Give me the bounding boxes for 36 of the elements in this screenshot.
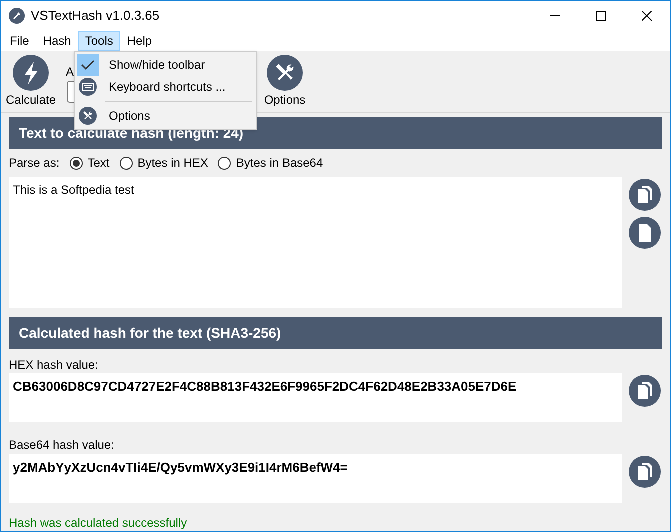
section-header: Calculated hash for the text (SHA3-256) — [9, 317, 662, 349]
base64-label: Base64 hash value: — [9, 438, 116, 452]
status-text: Hash was calculated successfully — [9, 515, 188, 531]
checkmark-icon — [81, 59, 95, 71]
options-button[interactable]: Options — [259, 54, 311, 108]
parse-label: Parse as: — [9, 155, 60, 172]
copy-button[interactable] — [629, 456, 661, 488]
maximize-icon — [596, 11, 606, 21]
menu-item[interactable]: Help — [120, 31, 160, 51]
hex-hash-field[interactable]: CB63006D8C97CD4727E2F4C88B813F432E6F9965F2DC4F62D48E2B33A05E7D6E — [9, 373, 622, 422]
copy-button[interactable] — [629, 179, 661, 211]
window-title: VSTextHash v1.0.3.65 — [31, 7, 160, 26]
menu-item[interactable]: Hash — [36, 31, 78, 51]
dropdown-item[interactable]: Show/hide toolbar — [75, 54, 256, 76]
tools-icon — [82, 110, 94, 122]
radio-option[interactable]: Bytes in HEX — [120, 154, 208, 172]
input-text-area[interactable]: This is a Softpedia test — [9, 177, 622, 308]
new-file-button[interactable] — [629, 217, 661, 249]
dropdown-item[interactable]: Keyboard shortcuts ... — [75, 76, 256, 98]
copy-button[interactable] — [629, 375, 661, 407]
file-icon — [637, 223, 653, 243]
menu-item[interactable]: File — [3, 31, 36, 51]
keyboard-icon — [79, 78, 97, 96]
app-logo-icon — [9, 8, 25, 24]
hex-label: HEX hash value: — [9, 357, 100, 372]
radio-option[interactable]: Text — [70, 154, 110, 172]
close-icon — [642, 11, 652, 21]
menu-item[interactable]: Tools — [78, 31, 120, 51]
copy-icon — [636, 381, 654, 401]
base64-hash-field[interactable]: y2MAbYyXzUcn4vTIi4E/Qy5vmWXy3E9i1I4rM6BefW4= — [9, 454, 622, 503]
radio-option[interactable]: Bytes in Base64 — [218, 154, 324, 172]
lightning-icon — [13, 54, 49, 90]
copy-icon — [636, 185, 654, 205]
algorithm-label: A — [66, 64, 74, 80]
calculate-button[interactable]: Calculate — [5, 54, 57, 108]
copy-icon — [636, 462, 654, 482]
